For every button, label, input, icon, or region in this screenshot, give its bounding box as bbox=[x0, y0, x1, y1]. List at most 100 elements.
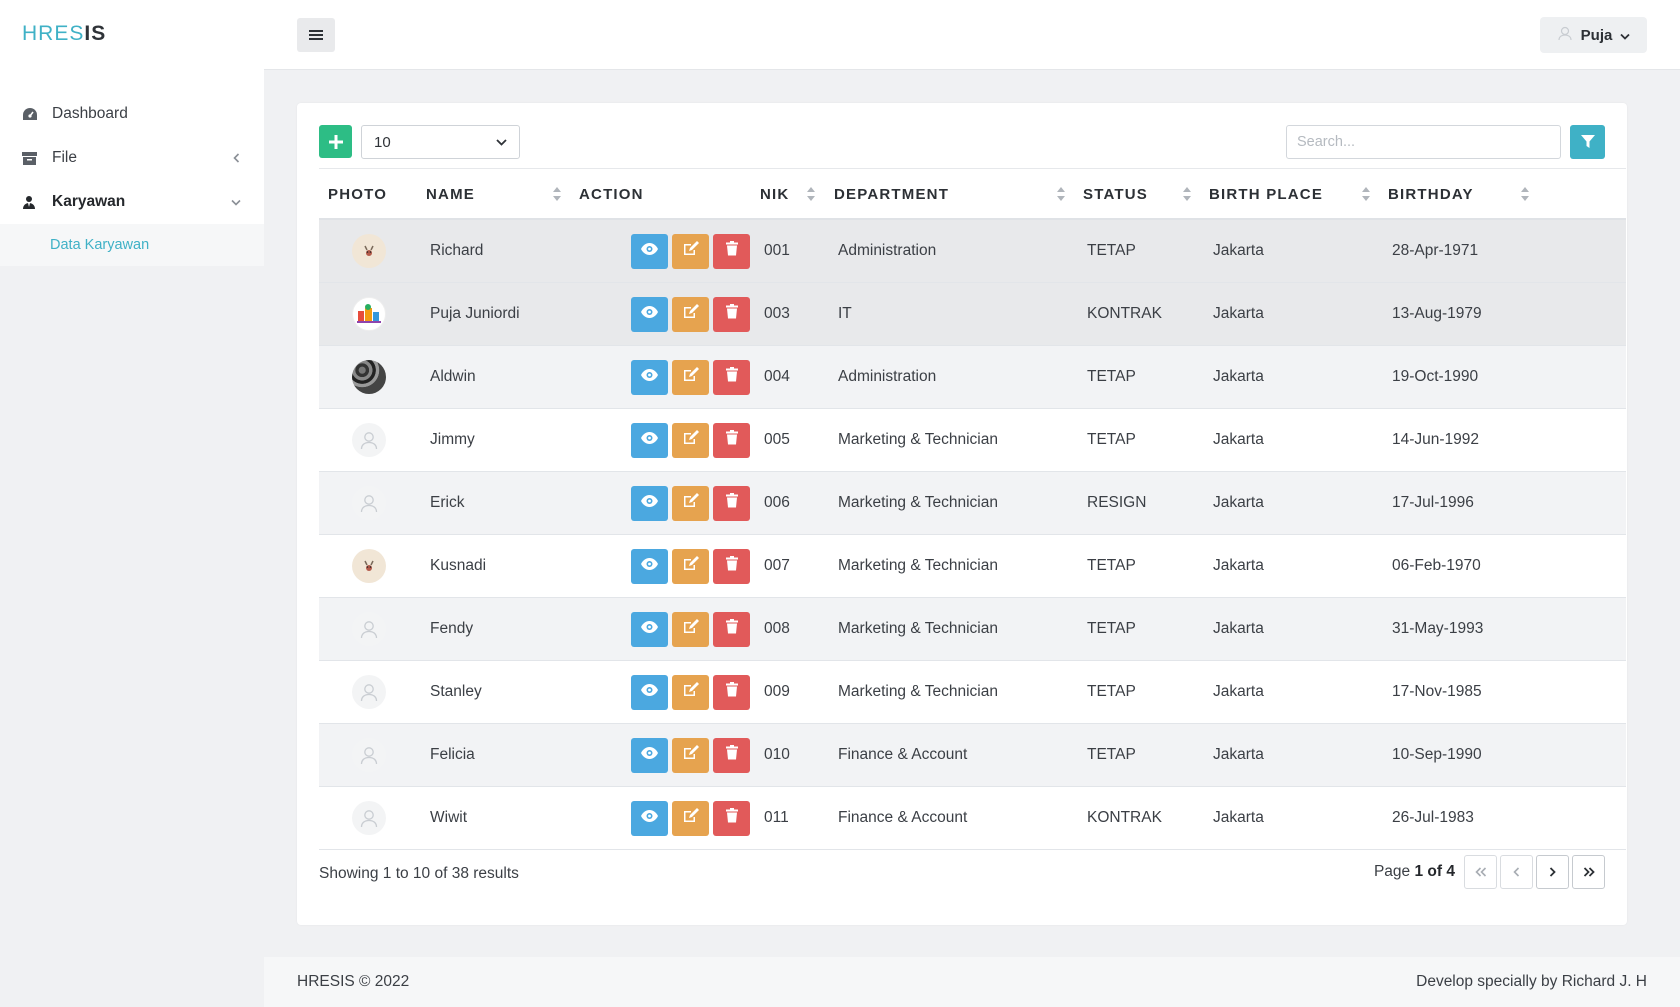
eye-icon bbox=[641, 809, 658, 827]
delete-button[interactable] bbox=[713, 422, 750, 458]
sidebar-item-dashboard[interactable]: Dashboard bbox=[0, 92, 264, 136]
delete-button[interactable] bbox=[713, 800, 750, 836]
view-button[interactable] bbox=[631, 296, 668, 332]
status-cell: TETAP bbox=[1087, 683, 1136, 700]
per-page-select[interactable]: 10 bbox=[361, 125, 520, 159]
view-button[interactable] bbox=[631, 611, 668, 647]
view-button[interactable] bbox=[631, 737, 668, 773]
delete-button[interactable] bbox=[713, 359, 750, 395]
action-cell bbox=[631, 724, 754, 786]
sidebar-item-file[interactable]: File bbox=[0, 136, 264, 180]
col-nik-header[interactable]: NIK bbox=[760, 169, 789, 219]
add-employee-button[interactable] bbox=[319, 125, 352, 158]
delete-button[interactable] bbox=[713, 737, 750, 773]
photo-cell bbox=[352, 535, 386, 597]
trash-icon bbox=[725, 493, 738, 513]
photo-cell bbox=[352, 787, 386, 849]
view-button[interactable] bbox=[631, 359, 668, 395]
sidebar-item-label: File bbox=[52, 149, 77, 166]
first-page-button[interactable] bbox=[1464, 855, 1497, 889]
name-cell: Wiwit bbox=[430, 809, 468, 826]
edit-icon bbox=[683, 682, 699, 702]
birth-place-cell: Jakarta bbox=[1213, 746, 1264, 763]
edit-button[interactable] bbox=[672, 485, 709, 521]
col-department-header[interactable]: DEPARTMENT bbox=[834, 169, 949, 219]
view-button[interactable] bbox=[631, 422, 668, 458]
search-input[interactable] bbox=[1286, 125, 1561, 159]
edit-button[interactable] bbox=[672, 611, 709, 647]
action-cell bbox=[631, 472, 754, 534]
edit-button[interactable] bbox=[672, 800, 709, 836]
col-name-header[interactable]: NAME bbox=[426, 169, 475, 219]
delete-button[interactable] bbox=[713, 485, 750, 521]
filter-button[interactable] bbox=[1570, 125, 1605, 159]
sort-icon[interactable] bbox=[552, 186, 562, 202]
photo-cell bbox=[352, 598, 386, 660]
birthday-cell: 31-May-1993 bbox=[1392, 620, 1484, 637]
delete-button[interactable] bbox=[713, 233, 750, 269]
status-cell: TETAP bbox=[1087, 368, 1136, 385]
view-button[interactable] bbox=[631, 548, 668, 584]
prev-page-button[interactable] bbox=[1500, 855, 1533, 889]
view-button[interactable] bbox=[631, 800, 668, 836]
status-cell: TETAP bbox=[1087, 242, 1136, 259]
eye-icon bbox=[641, 305, 658, 323]
col-birthday-header[interactable]: BIRTHDAY bbox=[1388, 169, 1474, 219]
edit-button[interactable] bbox=[672, 422, 709, 458]
edit-button[interactable] bbox=[672, 296, 709, 332]
photo-cell bbox=[352, 661, 386, 723]
brand-logo[interactable]: HRESIS bbox=[0, 0, 264, 70]
chevron-right-icon bbox=[1549, 867, 1556, 877]
sort-icon[interactable] bbox=[1056, 186, 1066, 202]
page-indicator: Page 1 of 4 bbox=[1374, 863, 1455, 881]
user-menu-button[interactable]: Puja bbox=[1540, 17, 1647, 53]
per-page-value: 10 bbox=[374, 133, 391, 151]
edit-button[interactable] bbox=[672, 359, 709, 395]
table-row: Erick 006 Marketing & Technician RESIGN Jaka… bbox=[319, 472, 1626, 535]
edit-button[interactable] bbox=[672, 674, 709, 710]
nik-cell: 008 bbox=[764, 620, 790, 637]
eye-icon bbox=[641, 494, 658, 512]
action-cell bbox=[631, 283, 754, 345]
eye-icon bbox=[641, 620, 658, 638]
delete-button[interactable] bbox=[713, 674, 750, 710]
last-page-button[interactable] bbox=[1572, 855, 1605, 889]
sort-icon[interactable] bbox=[806, 186, 816, 202]
col-status-header[interactable]: STATUS bbox=[1083, 169, 1148, 219]
sort-icon[interactable] bbox=[1361, 186, 1371, 202]
photo-cell bbox=[352, 472, 386, 534]
department-cell: Marketing & Technician bbox=[838, 431, 998, 448]
action-cell bbox=[631, 346, 754, 408]
employee-avatar bbox=[352, 360, 386, 394]
menu-toggle-button[interactable] bbox=[297, 18, 335, 52]
delete-button[interactable] bbox=[713, 548, 750, 584]
sidebar-subitem-data-karyawan[interactable]: Data Karyawan bbox=[0, 224, 264, 266]
sidebar-nav: Dashboard File Karyawan Data Karyawan bbox=[0, 70, 264, 266]
birth-place-cell: Jakarta bbox=[1213, 557, 1264, 574]
name-cell: Stanley bbox=[430, 683, 482, 700]
table-row: Puja Juniordi 003 IT KONTRAK Jakarta 13-Aug-1… bbox=[319, 283, 1626, 346]
delete-button[interactable] bbox=[713, 296, 750, 332]
table-row: Kusnadi 007 Marketing & Technician TETAP Jak… bbox=[319, 535, 1626, 598]
edit-button[interactable] bbox=[672, 548, 709, 584]
view-button[interactable] bbox=[631, 674, 668, 710]
view-button[interactable] bbox=[631, 485, 668, 521]
page-prefix: Page bbox=[1373, 863, 1411, 880]
brand-part2: IS bbox=[84, 22, 107, 45]
view-button[interactable] bbox=[631, 233, 668, 269]
sort-icon[interactable] bbox=[1182, 186, 1192, 202]
edit-button[interactable] bbox=[672, 737, 709, 773]
sort-icon[interactable] bbox=[1520, 186, 1530, 202]
nik-cell: 001 bbox=[764, 242, 790, 259]
delete-button[interactable] bbox=[713, 611, 750, 647]
eye-icon bbox=[641, 242, 658, 260]
next-page-button[interactable] bbox=[1536, 855, 1569, 889]
plus-icon bbox=[328, 134, 343, 149]
employee-avatar bbox=[352, 234, 386, 268]
edit-button[interactable] bbox=[672, 233, 709, 269]
sidebar-item-karyawan[interactable]: Karyawan bbox=[0, 180, 264, 224]
col-action-header: ACTION bbox=[579, 185, 644, 203]
birthday-cell: 19-Oct-1990 bbox=[1392, 368, 1479, 385]
col-birth-place-header[interactable]: BIRTH PLACE bbox=[1209, 169, 1323, 219]
photo-cell bbox=[352, 409, 386, 471]
